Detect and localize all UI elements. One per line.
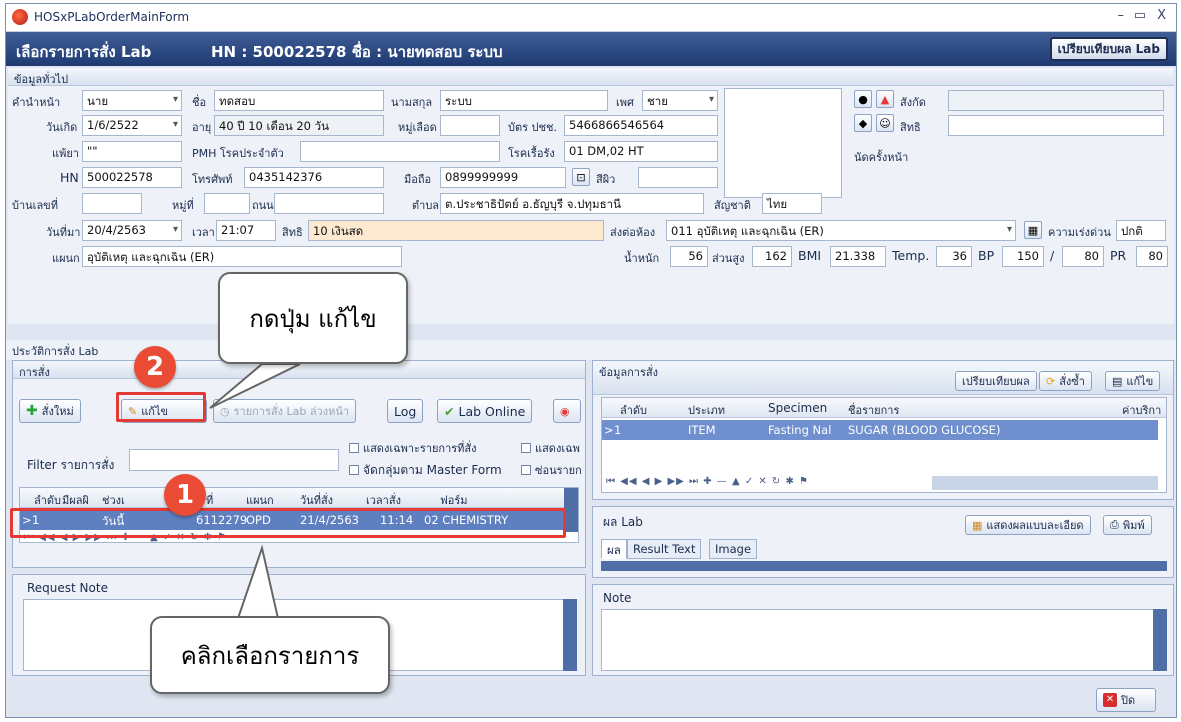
callout-pointers — [209, 363, 301, 637]
callout-select: คลิกเลือกรายการ — [150, 616, 390, 694]
callout-edit: กดปุ่ม แก้ไข — [218, 272, 408, 364]
